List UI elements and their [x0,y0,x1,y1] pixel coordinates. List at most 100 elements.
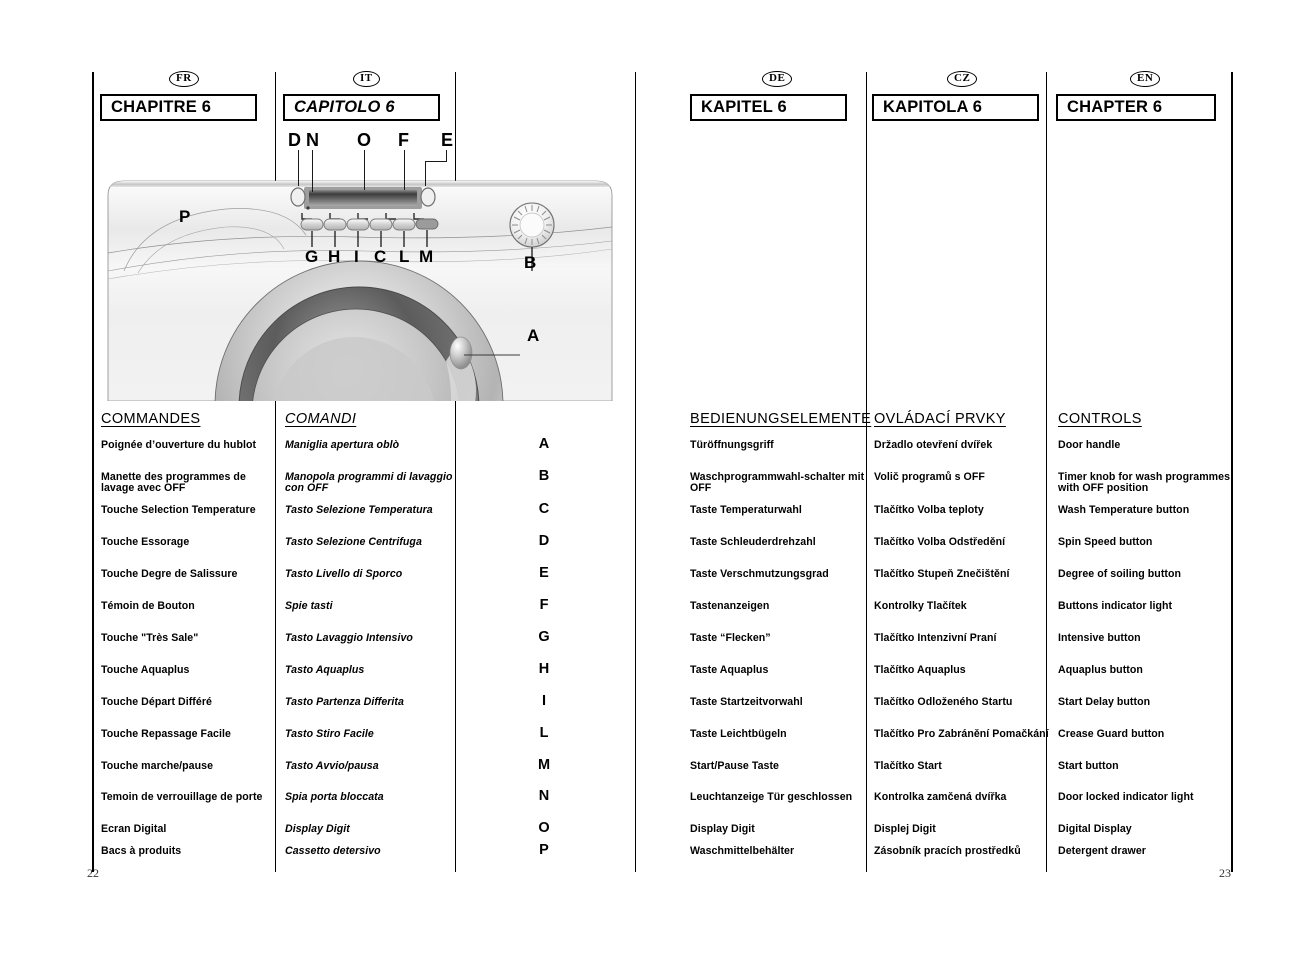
control-letter-d: D [538,533,550,549]
button-start-pause [415,218,439,230]
control-entry-it-h: Tasto Aquaplus [285,664,365,676]
control-entry-it-n: Spia porta bloccata [285,791,384,803]
control-entry-en-n: Door locked indicator light [1058,791,1194,803]
control-entry-de-i: Taste Startzeitvorwahl [690,696,803,708]
language-tag-fr: FR [169,71,199,87]
callout-line-O [364,150,366,190]
door-locked-indicator-lamp [290,187,306,207]
control-entry-cz-c: Tlačítko Volba teploty [874,504,984,516]
section-heading-it: COMANDI [285,411,357,427]
control-entry-fr-a: Poignée d’ouverture du hublot [101,439,257,451]
control-entry-de-h: Taste Aquaplus [690,664,769,676]
control-entry-fr-c: Touche Selection Temperature [101,504,256,516]
control-entry-fr-f: Témoin de Bouton [101,600,195,612]
section-heading-fr: COMMANDES [101,411,201,427]
control-entry-it-e: Tasto Livello di Sporco [285,568,403,580]
control-letter-g: G [538,629,550,645]
control-entry-en-f: Buttons indicator light [1058,600,1173,612]
control-entry-fr-b: Manette des programmes de lavage avec OF… [101,471,246,495]
control-letter-m: M [537,757,551,773]
control-letter-f: F [539,597,549,613]
control-entry-it-f: Spie tasti [285,600,333,612]
chapter-box-de: KAPITEL 6 [690,94,847,121]
control-entry-de-c: Taste Temperaturwahl [690,504,802,516]
control-entry-fr-i: Touche Départ Différé [101,696,212,708]
control-entry-en-b: Timer knob for wash programmes with OFF … [1058,471,1231,495]
button-wash-temperature [369,218,393,231]
control-entry-it-p: Cassetto detersivo [285,845,381,857]
control-entry-it-i: Tasto Partenza Differita [285,696,404,708]
page-number-left: 22 [87,866,99,880]
control-entry-en-p: Detergent drawer [1058,845,1146,857]
control-entry-de-l: Taste Leichtbügeln [690,728,787,740]
control-entry-cz-a: Držadlo otevření dvířek [874,439,993,451]
language-tag-cz: CZ [947,71,978,87]
control-entry-cz-f: Kontrolky Tlačítek [874,600,967,612]
control-entry-en-m: Start button [1058,760,1119,772]
language-tag-en: EN [1130,71,1161,87]
language-tag-it: IT [353,71,380,87]
callout-label-N: N [306,130,319,150]
control-entry-cz-g: Tlačítko Intenzivní Praní [874,632,997,644]
callout-line-E-drop [425,161,427,186]
callout-line-E-horiz [425,161,447,163]
control-entry-de-f: Tastenanzeigen [690,600,770,612]
control-entry-de-m: Start/Pause Taste [690,760,779,772]
door-handle [449,336,473,370]
page-number-right: 23 [1219,866,1231,880]
button-intensive [300,218,324,231]
callout-label-B: B [524,253,537,272]
control-entry-it-d: Tasto Selezione Centrifuga [285,536,422,548]
button-aquaplus [323,218,347,231]
control-entry-fr-g: Touche "Très Sale" [101,632,199,644]
control-entry-de-p: Waschmittelbehälter [690,845,795,857]
callout-label-C: C [374,247,387,266]
control-entry-cz-m: Tlačítko Start [874,760,942,772]
control-entry-it-c: Tasto Selezione Temperatura [285,504,433,516]
control-entry-it-o: Display Digit [285,823,350,835]
control-entry-cz-n: Kontrolka zamčená dvířka [874,791,1007,803]
control-entry-it-l: Tasto Stiro Facile [285,728,374,740]
control-entry-en-h: Aquaplus button [1058,664,1143,676]
control-entry-it-g: Tasto Lavaggio Intensivo [285,632,413,644]
control-entry-cz-i: Tlačítko Odloženého Startu [874,696,1013,708]
digital-display-screen [309,190,417,206]
control-entry-fr-h: Touche Aquaplus [101,664,190,676]
callout-label-D: D [288,130,301,150]
control-letter-p: P [539,842,549,858]
control-entry-cz-b: Volič programů s OFF [874,471,985,483]
control-entry-en-e: Degree of soiling button [1058,568,1182,580]
control-entry-it-m: Tasto Avvio/pausa [285,760,379,772]
control-entry-it-b: Manopola programmi di lavaggio con OFF [285,471,453,495]
control-entry-cz-l: Tlačítko Pro Zabránění Pomačkání [874,728,1049,740]
control-entry-cz-p: Zásobník pracích prostředků [874,845,1021,857]
knob-center [519,212,545,238]
callout-label-H: H [328,247,341,266]
control-entry-fr-o: Ecran Digital [101,823,167,835]
control-letter-h: H [538,661,550,677]
manual-page-spread: FR IT DE CZ EN CHAPITRE 6 CAPITOLO 6 KAP… [0,0,1308,954]
callout-label-M: M [419,247,434,266]
control-entry-fr-d: Touche Essorage [101,536,190,548]
control-letter-e: E [539,565,549,581]
control-entry-fr-l: Touche Repassage Facile [101,728,231,740]
control-entry-cz-d: Tlačítko Volba Odstředění [874,536,1006,548]
display-indicator-dot [306,206,310,210]
control-entry-fr-n: Temoin de verrouillage de porte [101,791,263,803]
control-entry-cz-o: Displej Digit [874,823,936,835]
control-letter-b: B [538,468,550,484]
control-entry-en-c: Wash Temperature button [1058,504,1190,516]
chapter-box-it: CAPITOLO 6 [283,94,440,121]
callout-line-N [312,150,314,192]
callout-label-E: E [441,130,454,150]
control-entry-de-a: Türöffnungsgriff [690,439,774,451]
button-crease-guard [392,218,416,231]
control-entry-cz-e: Tlačítko Stupeň Znečištění [874,568,1010,580]
control-letter-n: N [538,788,550,804]
section-heading-en: CONTROLS [1058,411,1142,427]
control-entry-en-i: Start Delay button [1058,696,1151,708]
control-entry-de-o: Display Digit [690,823,755,835]
control-entry-en-d: Spin Speed button [1058,536,1153,548]
control-entry-de-e: Taste Verschmutzungsgrad [690,568,829,580]
washing-machine-diagram: P B A G H I C L M [106,175,614,402]
